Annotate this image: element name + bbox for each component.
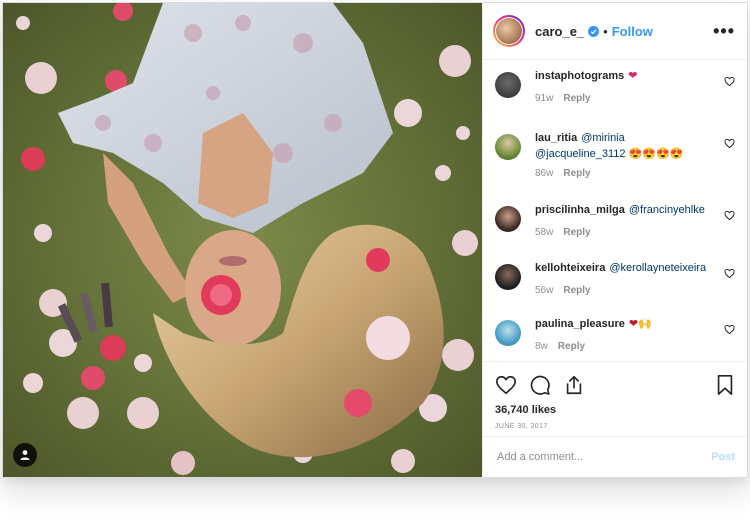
comment-avatar[interactable] (495, 134, 521, 160)
post-header: caro_e_ • Follow ••• (483, 3, 747, 60)
comment-time: 58w (535, 227, 554, 238)
author-avatar[interactable] (493, 15, 525, 47)
photo-illustration (3, 3, 482, 477)
comment-emoji: ❤ (628, 70, 638, 82)
post-comment-button[interactable]: Post (711, 451, 735, 463)
more-options-icon[interactable]: ••• (713, 21, 735, 42)
comment-avatar[interactable] (495, 264, 521, 290)
comment-time: 91w (535, 93, 554, 104)
comment-username[interactable]: kellohteixeira (535, 262, 605, 274)
verified-badge-icon (588, 25, 600, 37)
comment-text[interactable]: @kerollayneteixeira (609, 262, 706, 274)
comments-list[interactable]: instaphotograms ❤ 91w Reply lau_ritia @miri… (483, 60, 747, 361)
post-photo[interactable] (3, 3, 482, 477)
comment-like-heart-icon[interactable] (724, 74, 735, 92)
comment-username[interactable]: priscilinha_milga (535, 204, 625, 216)
comment-icon[interactable] (529, 374, 551, 396)
post-date: JUNE 30, 2017 (495, 423, 548, 430)
like-heart-icon[interactable] (495, 374, 517, 396)
comment-item: lau_ritia @mirinia @jacqueline_3112 😍😍😍😍 … (495, 130, 735, 202)
comment-avatar[interactable] (495, 206, 521, 232)
post-side-panel: caro_e_ • Follow ••• instaphotograms ❤ 91… (482, 3, 747, 477)
user-tag-icon[interactable] (13, 443, 37, 467)
comment-emoji: ❤🙌 (628, 318, 652, 330)
post-card: caro_e_ • Follow ••• instaphotograms ❤ 91… (2, 2, 748, 478)
comment-username[interactable]: paulina_pleasure (535, 318, 625, 330)
comment-item: priscilinha_milga @francinyehlke 58w Reply (495, 202, 735, 260)
comment-item: kellohteixeira @kerollayneteixeira 56w Rep… (495, 260, 735, 316)
comment-item: instaphotograms ❤ 91w Reply (495, 68, 735, 130)
comment-like-heart-icon[interactable] (724, 136, 735, 154)
comment-text[interactable]: @francinyehlke (629, 204, 705, 216)
post-actions: 36,740 likes JUNE 30, 2017 (483, 361, 747, 436)
header-separator: • (603, 23, 608, 39)
comment-like-heart-icon[interactable] (724, 322, 735, 340)
comment-like-heart-icon[interactable] (724, 266, 735, 284)
comment-time: 86w (535, 168, 554, 179)
add-comment-input[interactable] (495, 450, 712, 464)
comment-avatar[interactable] (495, 320, 521, 346)
reply-button[interactable]: Reply (558, 341, 585, 352)
comment-emoji: 😍😍😍😍 (628, 148, 684, 160)
reply-button[interactable]: Reply (563, 285, 590, 296)
reply-button[interactable]: Reply (563, 227, 590, 238)
reply-button[interactable]: Reply (563, 93, 590, 104)
comment-like-heart-icon[interactable] (724, 208, 735, 226)
author-username[interactable]: caro_e_ (535, 24, 584, 39)
add-comment-bar: Post (483, 436, 747, 477)
comment-time: 56w (535, 285, 554, 296)
bookmark-icon[interactable] (715, 374, 735, 396)
reply-button[interactable]: Reply (563, 168, 590, 179)
comment-avatar[interactable] (495, 72, 521, 98)
follow-button[interactable]: Follow (612, 24, 653, 39)
comment-item: paulina_pleasure ❤🙌 8w Reply (495, 316, 735, 361)
comment-username[interactable]: instaphotograms (535, 70, 624, 82)
comment-time: 8w (535, 341, 548, 352)
share-icon[interactable] (563, 374, 585, 396)
likes-count[interactable]: 36,740 likes (495, 404, 735, 416)
comment-username[interactable]: lau_ritia (535, 132, 577, 144)
